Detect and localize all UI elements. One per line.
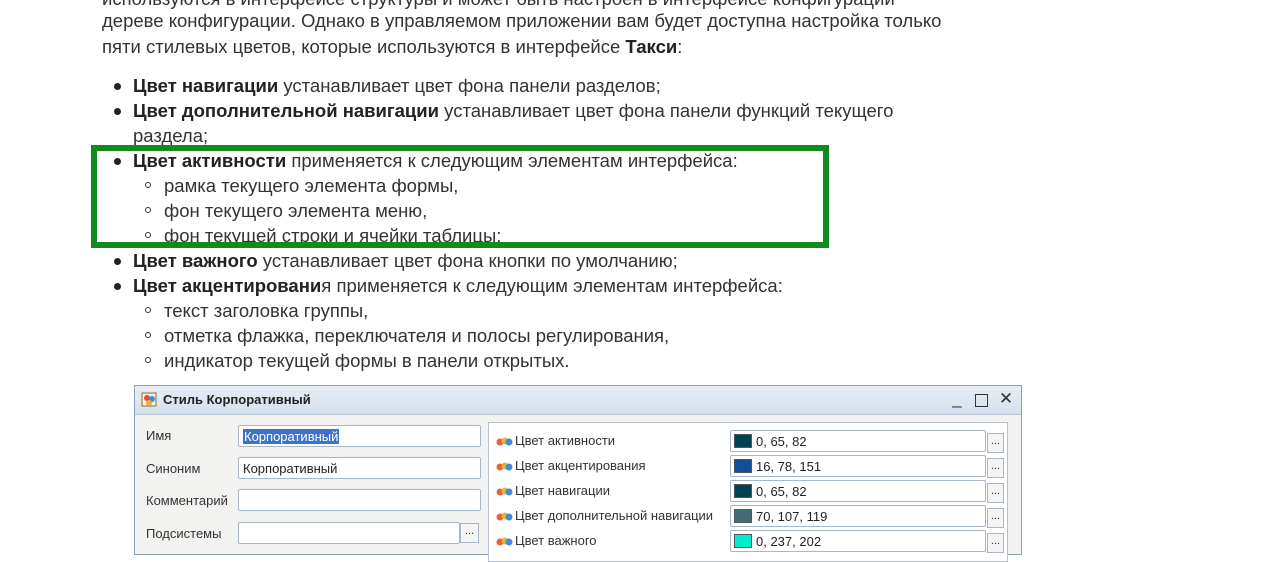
color-value: 0, 237, 202 (756, 534, 822, 549)
item-text: я применяется к следующим элементам инте… (321, 275, 783, 296)
palette-icon (496, 512, 513, 521)
color-row[interactable]: Цвет активности 0, 65, 82 ... (489, 429, 1009, 454)
color-swatch (734, 459, 752, 473)
sub-list-item: индикатор текущей формы в панели открыты… (102, 348, 893, 373)
maximize-icon (974, 394, 988, 407)
taxi-term: Такси (625, 36, 678, 57)
palette-icon (496, 437, 513, 446)
palette-icon (496, 487, 513, 496)
color-name: Цвет акцентирования (515, 458, 646, 473)
color-name: Цвет навигации (515, 483, 610, 498)
color-value-field[interactable]: 70, 107, 119 ... (730, 505, 1004, 528)
highlight-frame (91, 145, 829, 248)
color-swatch (734, 534, 752, 548)
color-swatch (734, 434, 752, 448)
window-titlebar[interactable]: Стиль Корпоративный _ ✕ (135, 386, 1021, 415)
maximize-button[interactable] (971, 389, 991, 412)
color-name: Цвет дополнительной навигации (515, 508, 714, 523)
paragraph-colon: : (677, 36, 683, 57)
item-term: Цвет дополнительной навигации (133, 100, 440, 121)
close-button[interactable]: ✕ (996, 389, 1016, 409)
item-text: отметка флажка, переключателя и полосы р… (164, 325, 670, 346)
comment-label: Комментарий (146, 493, 228, 508)
minimize-button[interactable]: _ (947, 389, 967, 409)
item-text: устанавливает цвет фона панели функций т… (439, 100, 894, 121)
color-swatch (734, 484, 752, 498)
color-value-field[interactable]: 16, 78, 151 ... (730, 455, 1004, 478)
paragraph-line-1: дереве конфигурации. Однако в управляемо… (102, 10, 942, 31)
color-row[interactable]: Цвет важного 0, 237, 202 ... (489, 529, 1009, 554)
color-value: 0, 65, 82 (756, 434, 807, 449)
item-text: текст заголовка группы, (164, 300, 369, 321)
palette-icon (496, 462, 513, 471)
color-swatch (734, 509, 752, 523)
item-term: Цвет акцентировани (133, 275, 322, 296)
name-label: Имя (146, 428, 172, 443)
color-select-button[interactable]: ... (987, 508, 1004, 528)
color-name: Цвет важного (515, 533, 597, 548)
paragraph-text: пяти стилевых цветов, которые используют… (102, 36, 626, 57)
list-item: Цвет дополнительной навигации устанавлив… (102, 98, 893, 123)
color-value: 0, 65, 82 (756, 484, 807, 499)
color-row[interactable]: Цвет акцентирования 16, 78, 151 ... (489, 454, 1009, 479)
sub-list-item: текст заголовка группы, (102, 298, 893, 323)
color-value: 16, 78, 151 (756, 459, 822, 474)
subsystems-field[interactable] (238, 522, 460, 544)
comment-field[interactable] (238, 489, 481, 511)
item-term: Цвет навигации (133, 75, 279, 96)
item-text: устанавливает цвет фона кнопки по умолча… (257, 250, 678, 271)
style-dialog-window: Стиль Корпоративный _ ✕ Имя Корпоративны… (134, 385, 1022, 562)
list-item: Цвет акцентирования применяется к следую… (102, 273, 893, 298)
color-row[interactable]: Цвет дополнительной навигации 70, 107, 1… (489, 504, 1009, 529)
list-item: Цвет навигации устанавливает цвет фона п… (102, 73, 893, 98)
color-row[interactable]: Цвет навигации 0, 65, 82 ... (489, 479, 1009, 504)
window-title: Стиль Корпоративный (163, 392, 311, 407)
name-field[interactable]: Корпоративный (238, 425, 481, 447)
style-app-icon (141, 392, 157, 407)
name-field-value: Корпоративный (243, 429, 340, 444)
paragraph-line-2: пяти стилевых цветов, которые используют… (102, 34, 682, 59)
item-term: Цвет важного (133, 250, 258, 271)
list-item: Цвет важного устанавливает цвет фона кно… (102, 248, 893, 273)
synonym-label: Синоним (146, 461, 201, 476)
color-select-button[interactable]: ... (987, 483, 1004, 503)
color-value-field[interactable]: 0, 65, 82 ... (730, 430, 1004, 453)
subsystems-select-button[interactable]: ... (460, 523, 479, 543)
color-select-button[interactable]: ... (987, 533, 1004, 553)
item-text: устанавливает цвет фона панели разделов; (278, 75, 661, 96)
synonym-field[interactable]: Корпоративный (238, 457, 481, 479)
item-text: раздела; (133, 125, 209, 146)
subsystems-label: Подсистемы (146, 526, 222, 541)
palette-icon (496, 537, 513, 546)
item-text: индикатор текущей формы в панели открыты… (164, 350, 570, 371)
color-value: 70, 107, 119 (756, 509, 828, 524)
color-select-button[interactable]: ... (987, 458, 1004, 478)
color-value-field[interactable]: 0, 65, 82 ... (730, 480, 1004, 503)
color-name: Цвет активности (515, 433, 616, 448)
colors-table: Цвет активности 0, 65, 82 ... Цвет акцен… (488, 422, 1008, 562)
color-select-button[interactable]: ... (987, 433, 1004, 453)
sub-list-item: отметка флажка, переключателя и полосы р… (102, 323, 893, 348)
